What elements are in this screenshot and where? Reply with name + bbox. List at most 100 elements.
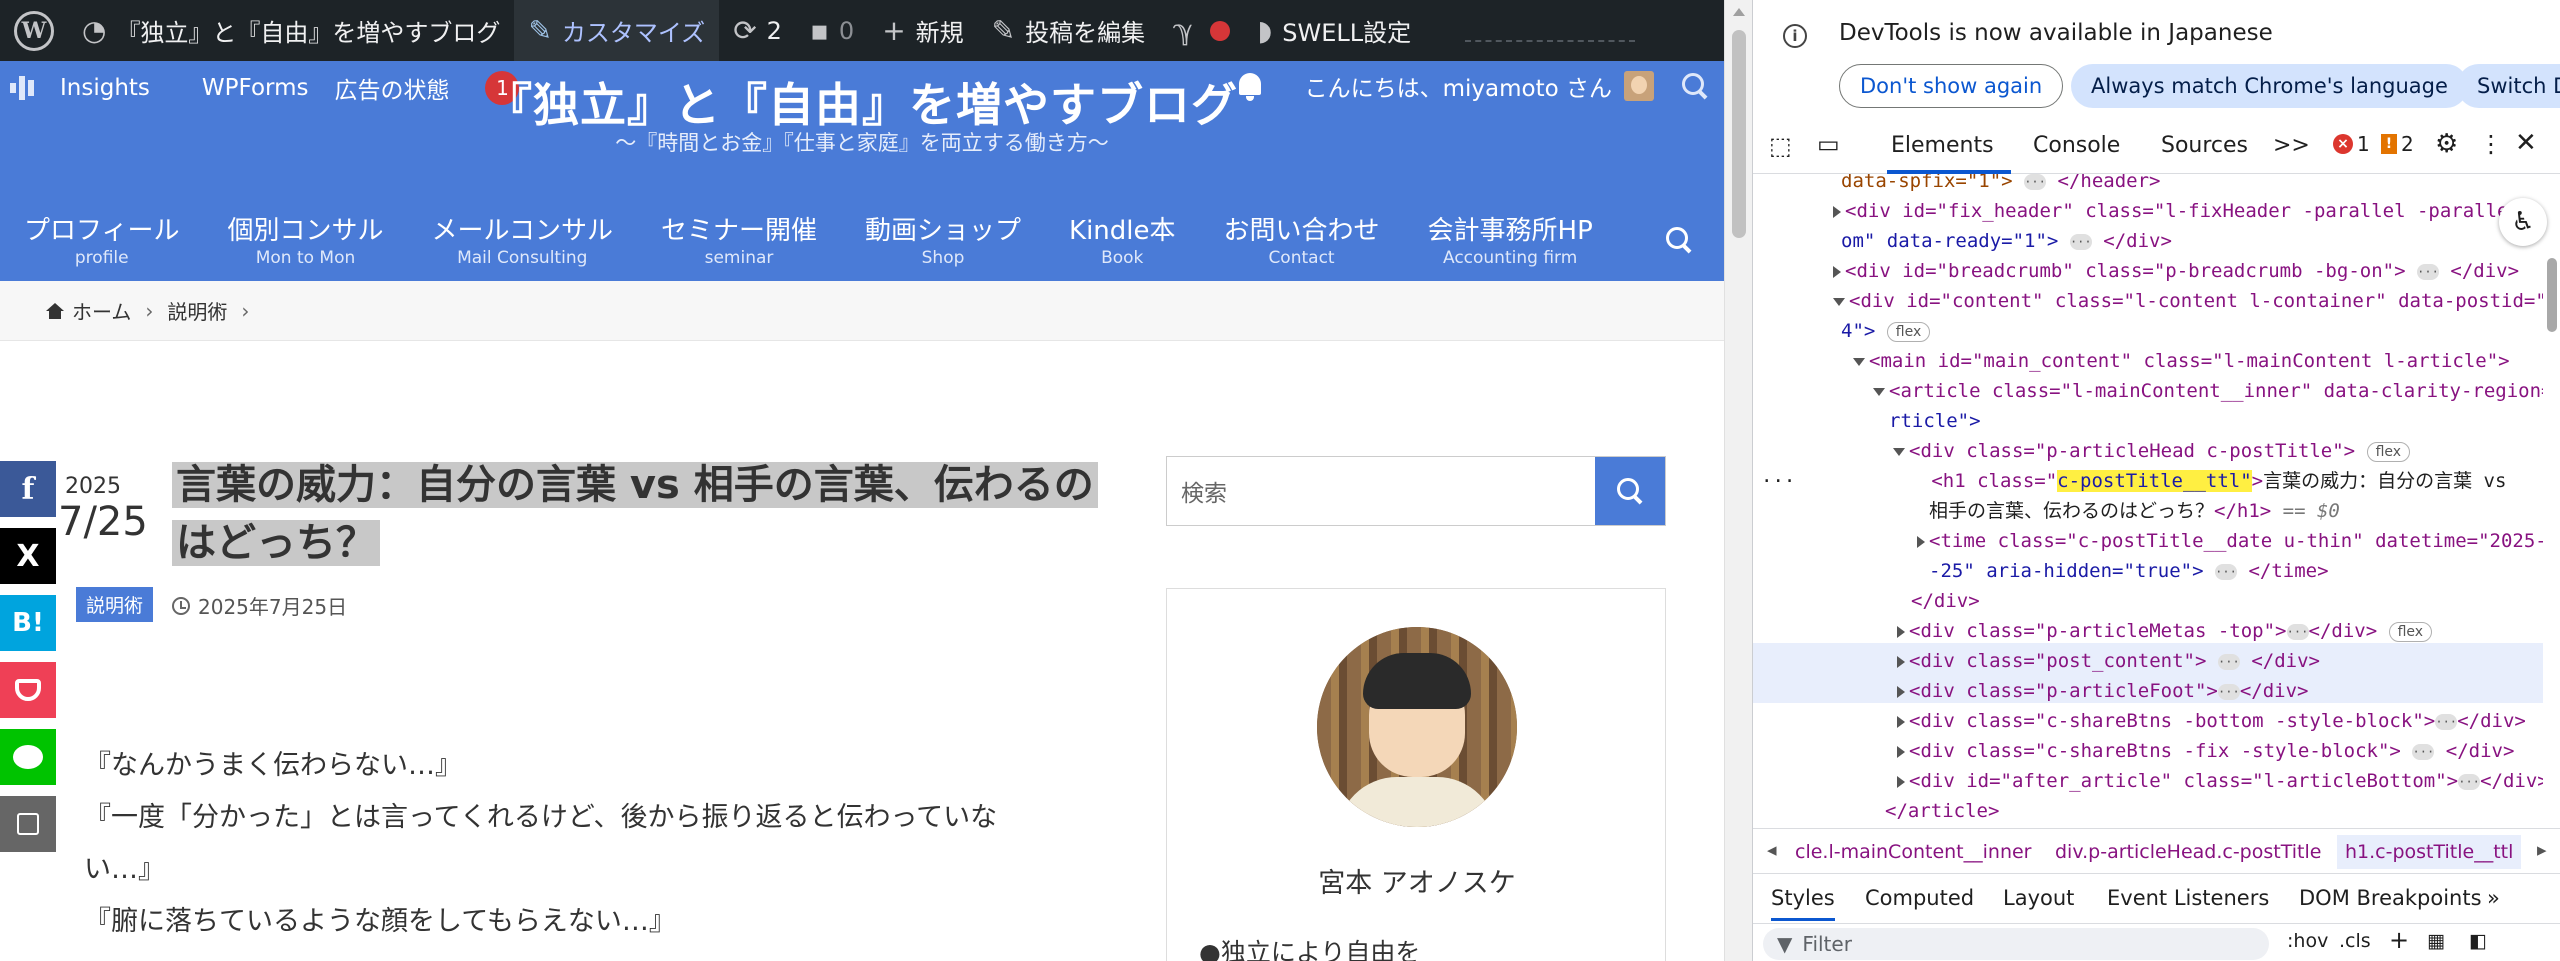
- breadcrumb-home[interactable]: ホーム: [72, 296, 131, 325]
- dom-node[interactable]: <div class="p-articleMetas -top">···</di…: [1897, 616, 2543, 646]
- nav-search-icon[interactable]: [1664, 225, 1694, 255]
- bell-icon[interactable]: [1235, 71, 1265, 101]
- scroll-up-icon[interactable]: [1733, 8, 1745, 16]
- updates-menu[interactable]: ⟳ 2: [719, 0, 796, 61]
- comments-menu[interactable]: ▪ 0: [796, 0, 868, 61]
- hover-state-toggle[interactable]: :hov: [2287, 930, 2328, 952]
- tab-console[interactable]: Console: [2033, 116, 2120, 174]
- ellipsis-icon[interactable]: ···: [2435, 713, 2458, 730]
- flex-badge[interactable]: flex: [2388, 621, 2433, 642]
- nav-item-book[interactable]: Kindle本 Book: [1045, 215, 1199, 269]
- dom-node-selected[interactable]: ··· <h1 class="c-postTitle__ttl">言葉の威力：自分…: [1761, 466, 2543, 496]
- page-scrollbar[interactable]: [1724, 0, 1752, 961]
- share-line-button[interactable]: [0, 729, 56, 785]
- ellipsis-icon[interactable]: ···: [2217, 683, 2240, 700]
- dom-node[interactable]: data-spfix="1"> ··· </header>: [1841, 174, 2543, 196]
- expand-icon[interactable]: [1917, 535, 1925, 548]
- page-scroll-thumb[interactable]: [1732, 30, 1746, 238]
- ellipsis-icon[interactable]: ···: [2412, 743, 2435, 760]
- flex-badge[interactable]: flex: [1886, 321, 1931, 342]
- ellipsis-icon[interactable]: ···: [2217, 653, 2240, 670]
- expand-icon[interactable]: [1897, 715, 1905, 728]
- share-x-button[interactable]: X: [0, 528, 56, 584]
- user-greeting[interactable]: こんにちは、miyamoto さん: [1305, 69, 1612, 103]
- device-toolbar-icon[interactable]: ▭: [1817, 130, 1840, 158]
- tab-layout[interactable]: Layout: [2003, 886, 2074, 910]
- new-content-menu[interactable]: + 新規: [868, 0, 977, 61]
- dont-show-again-button[interactable]: Don't show again: [1839, 64, 2064, 108]
- add-rule-icon[interactable]: +: [2389, 926, 2409, 954]
- dom-node[interactable]: <div class="c-shareBtns -fix -style-bloc…: [1897, 736, 2543, 766]
- tab-event-listeners[interactable]: Event Listeners: [2107, 886, 2269, 910]
- dom-node[interactable]: <div id="fix_header" class="l-fixHeader …: [1833, 196, 2543, 226]
- ellipsis-icon[interactable]: ···: [2215, 563, 2237, 580]
- dom-node[interactable]: <article class="l-mainContent__inner" da…: [1873, 376, 2543, 406]
- nav-item-contact[interactable]: お問い合わせ Contact: [1200, 215, 1404, 269]
- nav-item-seminar[interactable]: セミナー開催 seminar: [637, 215, 841, 269]
- expand-icon[interactable]: [1897, 655, 1905, 668]
- crumb-h1[interactable]: h1.c-postTitle__ttl: [2337, 835, 2522, 869]
- collapse-icon[interactable]: [1853, 357, 1865, 366]
- collapse-icon[interactable]: [1893, 447, 1905, 456]
- nav-item-mail-consult[interactable]: メールコンサル Mail Consulting: [408, 215, 637, 269]
- more-tabs-button[interactable]: >>: [2273, 116, 2310, 174]
- always-match-language-button[interactable]: Always match Chrome's language: [2071, 64, 2468, 108]
- expand-icon[interactable]: [1833, 265, 1841, 278]
- close-icon[interactable]: ✕: [2515, 128, 2537, 158]
- ellipsis-icon[interactable]: ···: [2286, 623, 2309, 640]
- expand-icon[interactable]: [1897, 775, 1905, 788]
- inspect-element-icon[interactable]: ⬚: [1769, 132, 1792, 160]
- dom-scroll-thumb[interactable]: [2547, 258, 2557, 332]
- chevron-left-icon[interactable]: ◂: [1767, 839, 1777, 861]
- styles-filter-input[interactable]: ▼ Filter: [1763, 928, 2269, 960]
- chevron-right-icon[interactable]: ▸: [2537, 839, 2547, 861]
- crumb-articlehead[interactable]: div.p-articleHead.c-postTitle: [2055, 841, 2321, 863]
- ellipsis-icon[interactable]: ···: [2458, 773, 2481, 790]
- share-facebook-button[interactable]: f: [0, 461, 56, 517]
- expand-icon[interactable]: [1897, 745, 1905, 758]
- yoast-menu[interactable]: ℽ: [1159, 0, 1243, 61]
- customize-menu[interactable]: ✎ カスタマイズ: [514, 0, 720, 61]
- kebab-menu-icon[interactable]: ⋮: [2479, 130, 2503, 158]
- copy-link-button[interactable]: [0, 796, 56, 852]
- user-avatar[interactable]: [1624, 71, 1654, 101]
- tab-elements[interactable]: Elements: [1887, 116, 1998, 174]
- sidebar-search-input[interactable]: 検索: [1167, 457, 1595, 525]
- collapse-icon[interactable]: [1873, 387, 1885, 396]
- nav-item-consult[interactable]: 個別コンサル Mon to Mon: [203, 215, 407, 269]
- search-icon[interactable]: [1680, 71, 1710, 101]
- flex-badge[interactable]: flex: [2366, 441, 2411, 462]
- dom-node[interactable]: <div id="breadcrumb" class="p-breadcrumb…: [1833, 256, 2543, 286]
- sidebar-search-button[interactable]: [1595, 457, 1665, 525]
- category-badge[interactable]: 説明術: [76, 587, 154, 622]
- dom-node[interactable]: <div class="p-articleHead c-postTitle"> …: [1893, 436, 2543, 466]
- dom-node[interactable]: <div id="content" class="l-content l-con…: [1833, 286, 2543, 316]
- tab-styles[interactable]: Styles: [1771, 886, 1835, 921]
- swell-settings-menu[interactable]: ◗ SWELL設定: [1244, 0, 1426, 61]
- wp-logo-menu[interactable]: W: [0, 0, 68, 61]
- tab-dom-breakpoints[interactable]: DOM Breakpoints: [2299, 886, 2482, 910]
- dom-tree-scrollbar[interactable]: [2543, 174, 2560, 828]
- dom-node[interactable]: <main id="main_content" class="l-mainCon…: [1853, 346, 2543, 376]
- dom-node[interactable]: <div class="p-articleFoot">···</div>: [1897, 676, 2543, 706]
- dom-node[interactable]: <div class="post_content"> ··· </div>: [1897, 646, 2543, 676]
- tab-computed[interactable]: Computed: [1865, 886, 1974, 910]
- dom-node[interactable]: <div id="after_article" class="l-article…: [1897, 766, 2543, 796]
- nav-item-accounting[interactable]: 会計事務所HP Accounting firm: [1404, 215, 1617, 269]
- sidebar-toggle-icon[interactable]: ◧: [2469, 930, 2487, 952]
- ellipsis-icon[interactable]: ···: [2069, 233, 2092, 250]
- switch-language-button[interactable]: Switch D: [2457, 64, 2560, 108]
- gear-icon[interactable]: ⚙: [2435, 129, 2458, 159]
- ellipsis-icon[interactable]: ···: [2024, 174, 2047, 190]
- tab-sources[interactable]: Sources: [2161, 116, 2248, 174]
- dom-node[interactable]: <time class="c-postTitle__date u-thin" d…: [1917, 526, 2543, 556]
- collapse-icon[interactable]: [1833, 297, 1845, 306]
- dom-node[interactable]: <div class="c-shareBtns -bottom -style-b…: [1897, 706, 2543, 736]
- expand-icon[interactable]: [1897, 625, 1905, 638]
- ellipsis-icon[interactable]: ···: [1761, 470, 1795, 492]
- error-counter[interactable]: × 1: [2333, 132, 2370, 156]
- site-name-menu[interactable]: ◔ 『独立』と『自由』を増やすブログ: [68, 0, 514, 61]
- breadcrumb-category[interactable]: 説明術: [167, 296, 227, 325]
- warning-counter[interactable]: ! 2: [2381, 132, 2414, 156]
- accessibility-icon[interactable]: ♿: [2499, 198, 2547, 246]
